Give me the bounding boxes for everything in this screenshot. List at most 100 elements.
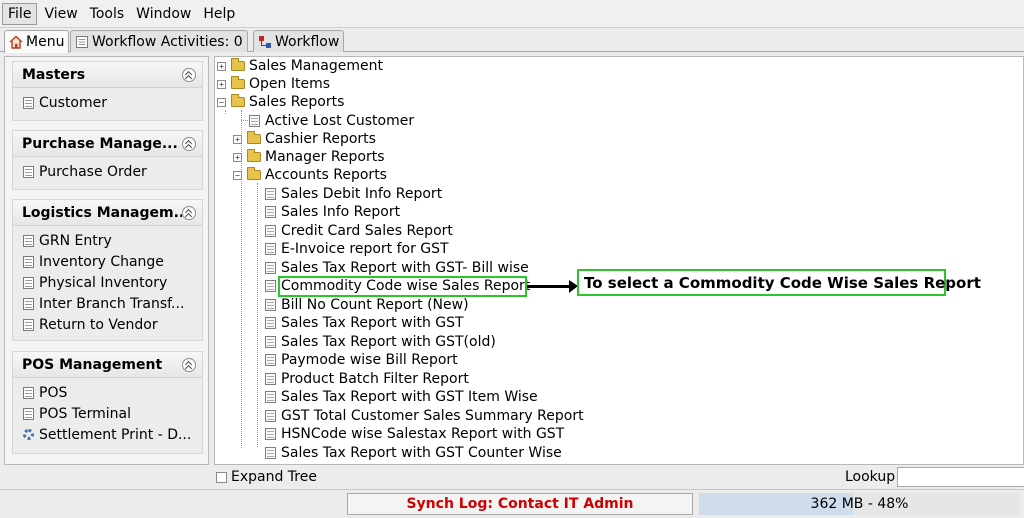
sidebar-item-inventory-change[interactable]: Inventory Change <box>13 251 202 272</box>
document-icon <box>265 410 276 422</box>
folder-icon <box>247 131 261 144</box>
tab-workflow[interactable]: Workflow <box>253 30 345 52</box>
tree-node-label: Bill No Count Report (New) <box>281 297 469 313</box>
collapse-icon[interactable] <box>182 205 196 220</box>
workflow-activities-icon <box>76 35 88 48</box>
collapse-node-icon[interactable]: − <box>217 97 226 107</box>
tree-node-product-batch-filter-report[interactable]: Product Batch Filter Report <box>265 370 469 388</box>
tree-node-sales-reports[interactable]: − Sales Reports <box>217 93 344 111</box>
memory-indicator[interactable]: 362 MB - 48% <box>699 493 1020 515</box>
document-icon <box>23 234 34 247</box>
tree-node-manager-reports[interactable]: + Manager Reports <box>233 148 385 166</box>
sidebar-item-physical-inventory[interactable]: Physical Inventory <box>13 272 202 293</box>
section-purchase-management-header[interactable]: Purchase Manage... <box>13 131 202 157</box>
section-masters-header[interactable]: Masters <box>13 62 202 88</box>
tree-node-label: Sales Tax Report with GST Counter Wise <box>281 445 562 461</box>
section-pos-management: POS Management POS POS Terminal Settleme… <box>12 351 203 454</box>
tree-node-open-items[interactable]: + Open Items <box>217 75 330 93</box>
collapse-icon[interactable] <box>182 136 196 151</box>
synch-log-button[interactable]: Synch Log: Contact IT Admin <box>347 493 693 515</box>
menu-view[interactable]: View <box>39 4 82 24</box>
expand-icon[interactable]: + <box>233 134 242 144</box>
tree-node-label: Sales Tax Report with GST- Bill wise <box>281 260 529 276</box>
tree-node-hsncode-wise-salestax[interactable]: HSNCode wise Salestax Report with GST <box>265 425 564 443</box>
sidebar-item-label: Return to Vendor <box>39 316 158 333</box>
tree-node-sales-management[interactable]: + Sales Management <box>217 57 383 75</box>
tree-node-sales-tax-gst-old[interactable]: Sales Tax Report with GST(old) <box>265 333 496 351</box>
sidebar-item-label: POS Terminal <box>39 405 131 422</box>
tab-workflow-activities[interactable]: Workflow Activities: 0 <box>70 30 248 52</box>
expand-tree-checkbox[interactable] <box>216 471 227 483</box>
tree-node-sales-tax-gst-item-wise[interactable]: Sales Tax Report with GST Item Wise <box>265 388 538 406</box>
tree-node-accounts-reports[interactable]: − Accounts Reports <box>233 166 387 184</box>
sidebar-item-label: Customer <box>39 94 108 111</box>
tree-node-gst-total-customer-sales-summary[interactable]: GST Total Customer Sales Summary Report <box>265 407 584 425</box>
tab-menu[interactable]: Menu <box>4 30 70 53</box>
collapse-icon[interactable] <box>182 67 196 82</box>
sidebar-item-settlement-print[interactable]: Settlement Print - D... <box>13 424 202 445</box>
tree-node-label: Cashier Reports <box>265 131 376 147</box>
sidebar-item-label: GRN Entry <box>39 232 112 249</box>
document-icon <box>23 297 34 310</box>
folder-open-icon <box>231 94 245 107</box>
expand-icon[interactable]: + <box>217 61 226 71</box>
section-purchase-management: Purchase Manage... Purchase Order <box>12 130 203 190</box>
document-icon <box>265 391 276 403</box>
tree-node-paymode-wise-bill-report[interactable]: Paymode wise Bill Report <box>265 351 458 369</box>
tree-node-label: Sales Management <box>249 58 383 74</box>
tree-node-label: Accounts Reports <box>265 167 387 183</box>
document-icon <box>265 262 276 274</box>
document-icon <box>23 255 34 268</box>
synch-log-text: Synch Log: Contact IT Admin <box>406 496 634 512</box>
sidebar-item-purchase-order[interactable]: Purchase Order <box>13 161 202 182</box>
tree-node-sales-tax-gst[interactable]: Sales Tax Report with GST <box>265 314 464 332</box>
tree-node-label: Sales Tax Report with GST Item Wise <box>281 389 538 405</box>
home-icon <box>9 35 23 49</box>
menu-window[interactable]: Window <box>131 4 196 24</box>
document-icon <box>249 115 260 127</box>
tree-node-sales-debit-info-report[interactable]: Sales Debit Info Report <box>265 185 442 203</box>
annotation-text: To select a Commodity Code Wise Sales Re… <box>584 273 981 292</box>
document-icon <box>265 354 276 366</box>
tree-node-sales-info-report[interactable]: Sales Info Report <box>265 203 400 221</box>
lookup-label: Lookup <box>845 469 896 485</box>
section-pos-management-header[interactable]: POS Management <box>13 352 202 378</box>
tree-node-label: Sales Reports <box>249 94 345 110</box>
status-bar: Synch Log: Contact IT Admin 362 MB - 48% <box>0 489 1024 518</box>
folder-icon <box>231 58 245 71</box>
menu-file[interactable]: File <box>2 2 38 25</box>
sidebar-item-customer[interactable]: Customer <box>13 92 202 113</box>
collapse-icon[interactable] <box>182 357 196 372</box>
tree-footer: Expand Tree Lookup <box>214 465 1024 489</box>
tree-node-sales-tax-gst-counter-wise[interactable]: Sales Tax Report with GST Counter Wise <box>265 444 562 462</box>
tree-node-active-lost-customer[interactable]: Active Lost Customer <box>249 112 414 130</box>
tree-node-label: Active Lost Customer <box>265 113 415 129</box>
folder-open-icon <box>247 167 261 180</box>
document-icon <box>265 280 276 292</box>
document-icon <box>265 299 276 311</box>
sidebar-item-label: Purchase Order <box>39 163 147 180</box>
tree-node-credit-card-sales-report[interactable]: Credit Card Sales Report <box>265 222 453 240</box>
sidebar-item-pos[interactable]: POS <box>13 382 202 403</box>
tree-node-cashier-reports[interactable]: + Cashier Reports <box>233 130 376 148</box>
sidebar-item-return-to-vendor[interactable]: Return to Vendor <box>13 314 202 335</box>
menu-help[interactable]: Help <box>198 4 240 24</box>
section-masters: Masters Customer <box>12 61 203 121</box>
sidebar-item-grn-entry[interactable]: GRN Entry <box>13 230 202 251</box>
tree-node-label: E-Invoice report for GST <box>281 241 449 257</box>
tree-node-label: Open Items <box>249 76 331 92</box>
section-logistics-management-header[interactable]: Logistics Managem... <box>13 200 202 226</box>
collapse-node-icon[interactable]: − <box>233 170 242 180</box>
tree-node-e-invoice-report[interactable]: E-Invoice report for GST <box>265 240 449 258</box>
expand-icon[interactable]: + <box>217 79 226 89</box>
tree-node-sales-tax-gst-bill-wise[interactable]: Sales Tax Report with GST- Bill wise <box>265 259 529 277</box>
sidebar-item-inter-branch-transfer[interactable]: Inter Branch Transf... <box>13 293 202 314</box>
tree-node-label: HSNCode wise Salestax Report with GST <box>281 426 565 442</box>
tree-node-label: GST Total Customer Sales Summary Report <box>281 408 584 424</box>
expand-icon[interactable]: + <box>233 152 242 162</box>
lookup-input[interactable] <box>897 467 1024 487</box>
document-icon <box>23 276 34 289</box>
tree-node-bill-no-count-report[interactable]: Bill No Count Report (New) <box>265 296 469 314</box>
menu-tools[interactable]: Tools <box>85 4 130 24</box>
sidebar-item-pos-terminal[interactable]: POS Terminal <box>13 403 202 424</box>
